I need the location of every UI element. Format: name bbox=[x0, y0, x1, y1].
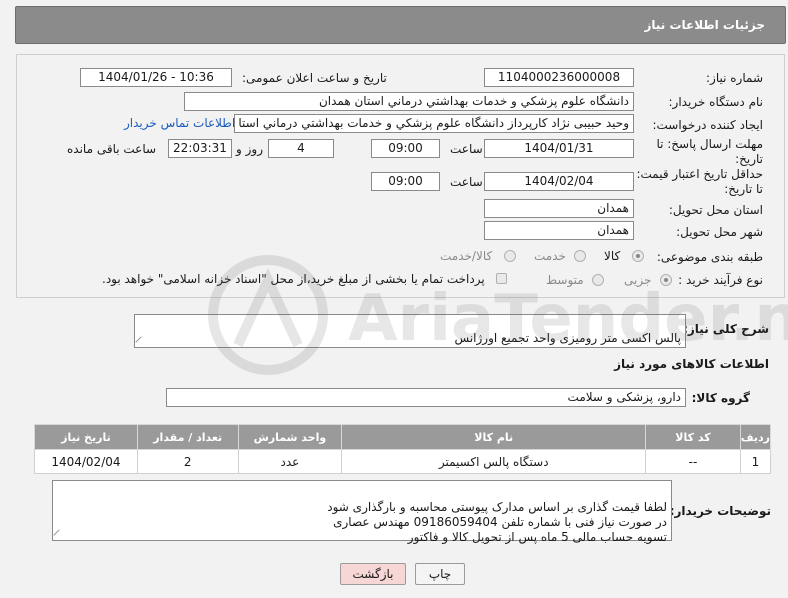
city-label: شهر محل تحویل: bbox=[676, 225, 763, 239]
buyer-contact-link[interactable]: اطلاعات تماس خریدار bbox=[124, 116, 235, 130]
creator-label: ایجاد کننده درخواست: bbox=[652, 118, 763, 132]
buyer-notes-label: توضیحات خریدار: bbox=[669, 504, 771, 518]
resize-handle-icon[interactable] bbox=[53, 529, 65, 541]
need-number-field: 1104000236000008 bbox=[484, 68, 634, 87]
validity-label: حداقل تاریخ اعتبار قیمت: bbox=[636, 167, 763, 181]
category-radio-both[interactable] bbox=[504, 250, 516, 262]
print-button[interactable]: چاپ bbox=[415, 563, 465, 585]
panel-header: جزئیات اطلاعات نیاز bbox=[15, 6, 786, 44]
items-table: ردیف کد کالا نام کالا واحد شمارش تعداد /… bbox=[34, 424, 772, 474]
buyer-notes-textarea[interactable]: لطفا قیمت گذاری بر اساس مدارک پیوستی محا… bbox=[52, 480, 672, 544]
creator-field: وحید حبیبی نژاد کارپرداز دانشگاه علوم پز… bbox=[234, 114, 634, 133]
cell-row: 1 bbox=[739, 449, 772, 474]
need-number-label: شماره نیاز: bbox=[706, 71, 763, 85]
table-row[interactable]: 1 -- دستگاه پالس اکسیمتر عدد 2 1404/02/0… bbox=[34, 449, 772, 474]
category-radio-service[interactable] bbox=[574, 250, 586, 262]
buyer-notes-text: لطفا قیمت گذاری بر اساس مدارک پیوستی محا… bbox=[327, 500, 667, 544]
category-radio-goods[interactable] bbox=[632, 250, 644, 262]
announce-label: تاریخ و ساعت اعلان عمومی: bbox=[242, 71, 387, 85]
process-radio-medium[interactable] bbox=[592, 274, 604, 286]
city-field: همدان bbox=[484, 221, 634, 240]
description-text: پالس اکسی متر رومیزی واحد تجمیع اورژانس bbox=[454, 331, 681, 345]
col-name: نام کالا bbox=[341, 424, 647, 450]
cell-name: دستگاه پالس اکسیمتر bbox=[341, 449, 647, 474]
validity-label-date: تا تاریخ: bbox=[724, 182, 763, 196]
category-option-both: کالا/خدمت bbox=[440, 249, 493, 263]
process-option-medium: متوسط bbox=[546, 273, 584, 287]
category-option-goods: کالا bbox=[604, 249, 621, 263]
treasury-payment-checkbox[interactable] bbox=[496, 273, 507, 284]
category-label: طبقه بندی موضوعی: bbox=[656, 250, 763, 264]
col-unit: واحد شمارش bbox=[237, 424, 343, 450]
col-qty: تعداد / مقدار bbox=[136, 424, 239, 450]
col-date: تاریخ نیاز bbox=[34, 424, 138, 450]
validity-time-field: 09:00 bbox=[371, 172, 440, 191]
goods-group-field: دارو، پزشکی و سلامت bbox=[166, 388, 686, 407]
process-radio-minor[interactable] bbox=[660, 274, 672, 286]
panel-title: جزئیات اطلاعات نیاز bbox=[644, 18, 765, 32]
process-label: نوع فرآیند خرید : bbox=[678, 273, 763, 287]
table-header-row: ردیف کد کالا نام کالا واحد شمارش تعداد /… bbox=[34, 424, 772, 450]
description-label: شرح کلی نیاز: bbox=[683, 322, 769, 336]
cell-code: -- bbox=[645, 449, 741, 474]
days-field: 4 bbox=[268, 139, 334, 158]
cell-qty: 2 bbox=[136, 449, 239, 474]
treasury-payment-note: پرداخت تمام یا بخشی از مبلغ خرید،از محل … bbox=[102, 272, 485, 286]
goods-group-label: گروه کالا: bbox=[691, 391, 750, 405]
cell-unit: عدد bbox=[237, 449, 343, 474]
remaining-time-field: 22:03:31 bbox=[168, 139, 232, 158]
category-option-service: خدمت bbox=[534, 249, 566, 263]
process-option-minor: جزیی bbox=[624, 273, 652, 287]
col-row: ردیف bbox=[739, 424, 772, 450]
description-textarea[interactable]: پالس اکسی متر رومیزی واحد تجمیع اورژانس bbox=[134, 314, 686, 348]
province-field: همدان bbox=[484, 199, 634, 218]
goods-section-title: اطلاعات کالاهای مورد نیاز bbox=[614, 357, 769, 371]
deadline-time-field: 09:00 bbox=[371, 139, 440, 158]
validity-date-field: 1404/02/04 bbox=[484, 172, 634, 191]
validity-time-label: ساعت bbox=[450, 175, 483, 189]
deadline-label-date: تاریخ: bbox=[735, 152, 763, 166]
remaining-label: ساعت باقی مانده bbox=[67, 142, 157, 156]
province-label: استان محل تحویل: bbox=[668, 203, 763, 217]
days-label: روز و bbox=[236, 142, 263, 156]
buyer-field: دانشگاه علوم پزشكي و خدمات بهداشتي درمان… bbox=[184, 92, 634, 111]
cell-date: 1404/02/04 bbox=[34, 449, 138, 474]
deadline-time-label: ساعت bbox=[450, 142, 483, 156]
back-button[interactable]: بازگشت bbox=[340, 563, 406, 585]
col-code: کد کالا bbox=[645, 424, 741, 450]
deadline-label: مهلت ارسال پاسخ: تا bbox=[656, 137, 763, 151]
announce-field: 1404/01/26 - 10:36 bbox=[80, 68, 232, 87]
deadline-date-field: 1404/01/31 bbox=[484, 139, 634, 158]
resize-handle-icon[interactable] bbox=[135, 336, 147, 348]
buyer-label: نام دستگاه خریدار: bbox=[668, 95, 764, 109]
